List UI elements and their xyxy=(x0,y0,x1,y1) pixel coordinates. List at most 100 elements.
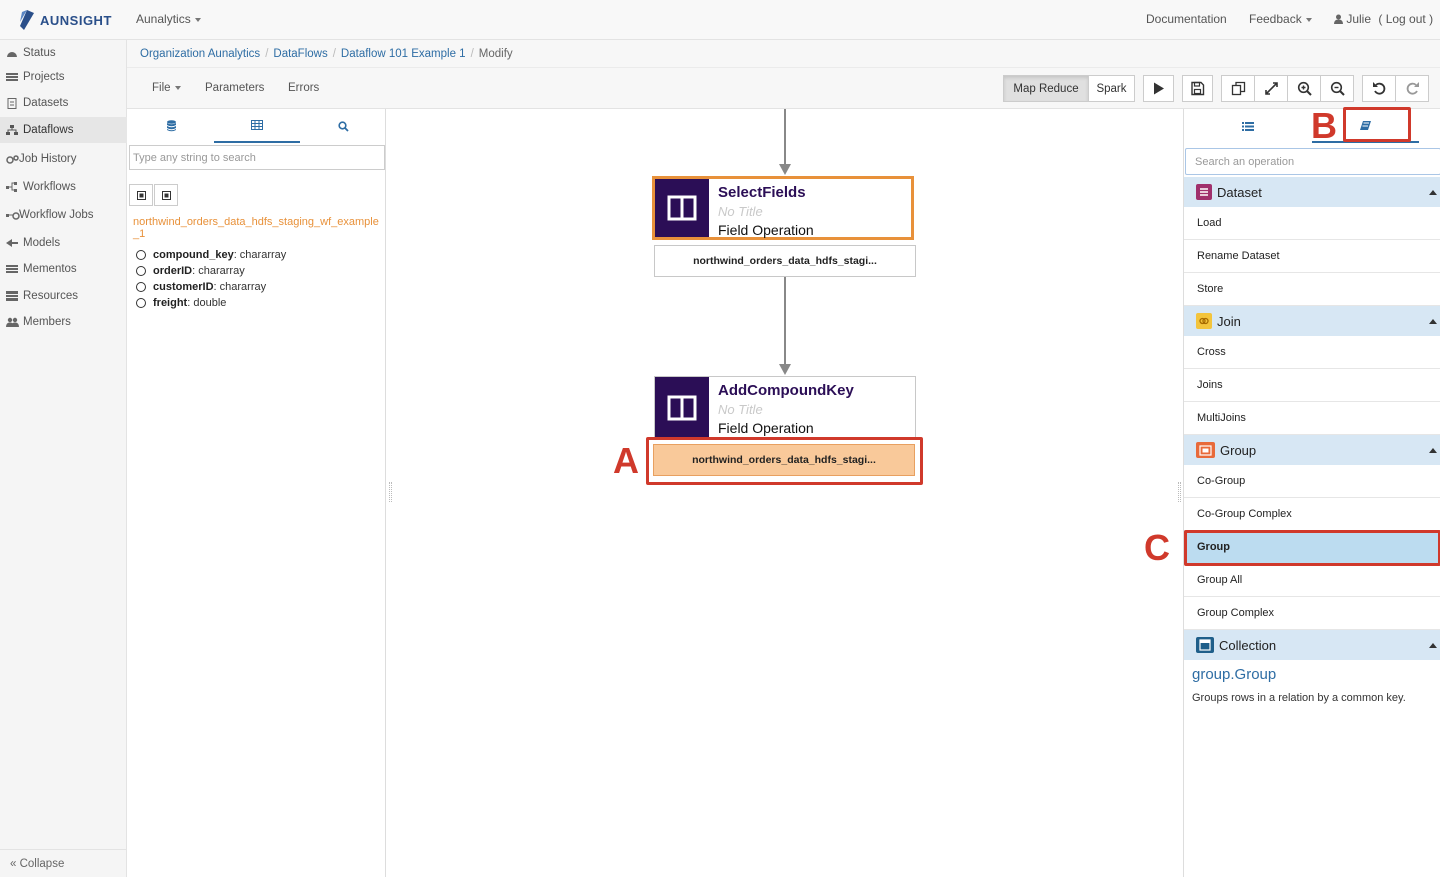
tab-datasets[interactable] xyxy=(128,109,214,143)
group-category-icon xyxy=(1196,442,1215,458)
collapse-sidebar-button[interactable]: « Collapse xyxy=(0,849,127,877)
save-button[interactable] xyxy=(1182,75,1213,102)
breadcrumb-separator: / xyxy=(470,47,474,60)
breadcrumb-link[interactable]: Dataflow 101 Example 1 xyxy=(341,48,466,60)
engine-toggle: Map Reduce Spark xyxy=(1003,75,1135,102)
field-name: orderID xyxy=(153,265,193,277)
redo-icon xyxy=(1406,82,1419,95)
workflow-icon xyxy=(6,182,18,192)
model-icon xyxy=(6,238,18,248)
operation-item[interactable]: Store xyxy=(1184,273,1440,306)
right-resize-handle[interactable] xyxy=(1178,482,1181,502)
user-name: Julie xyxy=(1346,12,1372,26)
category-label: Join xyxy=(1217,313,1241,329)
fit-to-screen-button[interactable] xyxy=(1254,75,1288,102)
expand-icon xyxy=(1264,82,1278,95)
schema-search-input[interactable]: Type any string to search xyxy=(129,145,385,170)
annotation-box-a xyxy=(646,437,923,485)
parameters-tab[interactable]: Parameters xyxy=(205,82,264,94)
category-dataset[interactable]: Dataset xyxy=(1184,177,1440,207)
field-name: customerID xyxy=(153,281,214,293)
feedback-menu[interactable]: Feedback xyxy=(1249,12,1312,26)
node-selectfields[interactable]: SelectFields No Title Field Operation xyxy=(652,176,914,240)
columns-icon xyxy=(655,179,709,237)
operation-item[interactable]: Group All xyxy=(1184,564,1440,597)
operation-search-input[interactable]: Search an operation xyxy=(1185,148,1440,175)
category-collection[interactable]: Collection xyxy=(1184,630,1440,660)
breadcrumb-link[interactable]: DataFlows xyxy=(273,48,327,60)
sidebar-item-workflows[interactable]: Workflows xyxy=(0,174,127,200)
sidebar-item-projects[interactable]: Projects xyxy=(0,64,127,90)
zoom-in-button[interactable] xyxy=(1287,75,1321,102)
schema-field[interactable]: customerID : chararray xyxy=(136,281,266,293)
app-logo[interactable]: AUNSIGHT xyxy=(18,9,112,31)
annotation-box-b xyxy=(1343,107,1411,142)
tab-operation-list[interactable] xyxy=(1212,109,1284,143)
operation-item[interactable]: Group Complex xyxy=(1184,597,1440,630)
copy-button[interactable] xyxy=(1221,75,1255,102)
node-title: AddCompoundKey xyxy=(718,382,854,399)
schema-field[interactable]: orderID : chararray xyxy=(136,265,245,277)
field-radio[interactable] xyxy=(136,266,146,276)
sidebar-item-job-history[interactable]: Job History xyxy=(0,146,127,172)
collapse-all-button[interactable] xyxy=(154,184,178,206)
node-subtitle: No Title xyxy=(718,204,763,219)
category-join[interactable]: Join xyxy=(1184,306,1440,336)
field-radio[interactable] xyxy=(136,282,146,292)
sidebar-item-label: Resources xyxy=(23,290,78,302)
aunalytics-menu[interactable]: Aunalytics xyxy=(136,12,201,26)
sidebar-item-datasets[interactable]: Datasets xyxy=(0,90,127,116)
node-addcompoundkey[interactable]: AddCompoundKey No Title Field Operation xyxy=(654,376,916,440)
search-icon xyxy=(337,120,349,132)
operations-panel: B Search an operation Dataset Load Renam… xyxy=(1183,105,1440,877)
list-icon xyxy=(6,72,18,82)
breadcrumb-current: Modify xyxy=(478,47,513,60)
undo-button[interactable] xyxy=(1362,75,1396,102)
sidebar-item-mementos[interactable]: Mementos xyxy=(0,256,127,282)
sidebar-item-workflow-jobs[interactable]: Workflow Jobs xyxy=(0,202,127,228)
documentation-link[interactable]: Documentation xyxy=(1146,12,1227,26)
breadcrumb-link[interactable]: Organization Aunalytics xyxy=(140,48,260,60)
sidebar-item-models[interactable]: Models xyxy=(0,230,127,256)
logout-link[interactable]: ( Log out ) xyxy=(1378,12,1433,26)
zoom-out-button[interactable] xyxy=(1320,75,1354,102)
schema-field[interactable]: freight : double xyxy=(136,297,226,309)
operation-item[interactable]: Rename Dataset xyxy=(1184,240,1440,273)
sidebar-item-members[interactable]: Members xyxy=(0,309,127,335)
field-radio[interactable] xyxy=(136,250,146,260)
left-resize-handle[interactable] xyxy=(389,482,392,502)
redo-button[interactable] xyxy=(1395,75,1429,102)
schema-field[interactable]: compound_key : chararray xyxy=(136,249,286,261)
top-navbar: AUNSIGHT Aunalytics Documentation Feedba… xyxy=(0,0,1440,40)
zoom-in-icon xyxy=(1297,81,1312,96)
errors-tab[interactable]: Errors xyxy=(288,82,319,94)
map-reduce-button[interactable]: Map Reduce xyxy=(1003,75,1089,102)
sidebar-item-dataflows[interactable]: Dataflows xyxy=(0,117,127,143)
operation-item[interactable]: Joins xyxy=(1184,369,1440,402)
category-group[interactable]: Group xyxy=(1184,435,1440,465)
dataflow-canvas[interactable]: SelectFields No Title Field Operation no… xyxy=(395,109,1176,877)
list-icon xyxy=(1242,121,1254,131)
operation-item[interactable]: MultiJoins xyxy=(1184,402,1440,435)
user-menu[interactable]: Julie ( Log out ) xyxy=(1334,12,1433,26)
node-output-dataset[interactable]: northwind_orders_data_hdfs_stagi... xyxy=(654,245,916,277)
chevron-down-icon xyxy=(194,17,201,22)
sitemap-icon xyxy=(6,125,18,135)
operation-item[interactable]: Co-Group xyxy=(1184,465,1440,498)
sidebar-item-resources[interactable]: Resources xyxy=(0,283,127,309)
dataset-name[interactable]: northwind_orders_data_hdfs_staging_wf_ex… xyxy=(133,216,383,240)
run-button[interactable] xyxy=(1143,75,1174,102)
field-radio[interactable] xyxy=(136,298,146,308)
file-menu[interactable]: File xyxy=(152,82,181,94)
tab-schema-table[interactable] xyxy=(214,109,300,143)
operation-item[interactable]: Co-Group Complex xyxy=(1184,498,1440,531)
sidebar-item-status[interactable]: Status xyxy=(0,40,127,66)
operation-item[interactable]: Load xyxy=(1184,207,1440,240)
zoom-out-icon xyxy=(1330,81,1345,96)
field-type: : chararray xyxy=(192,265,245,277)
logo-text: AUNSIGHT xyxy=(40,12,112,28)
operation-item[interactable]: Cross xyxy=(1184,336,1440,369)
expand-all-button[interactable] xyxy=(129,184,153,206)
tab-search[interactable] xyxy=(300,109,386,143)
spark-button[interactable]: Spark xyxy=(1088,75,1135,102)
